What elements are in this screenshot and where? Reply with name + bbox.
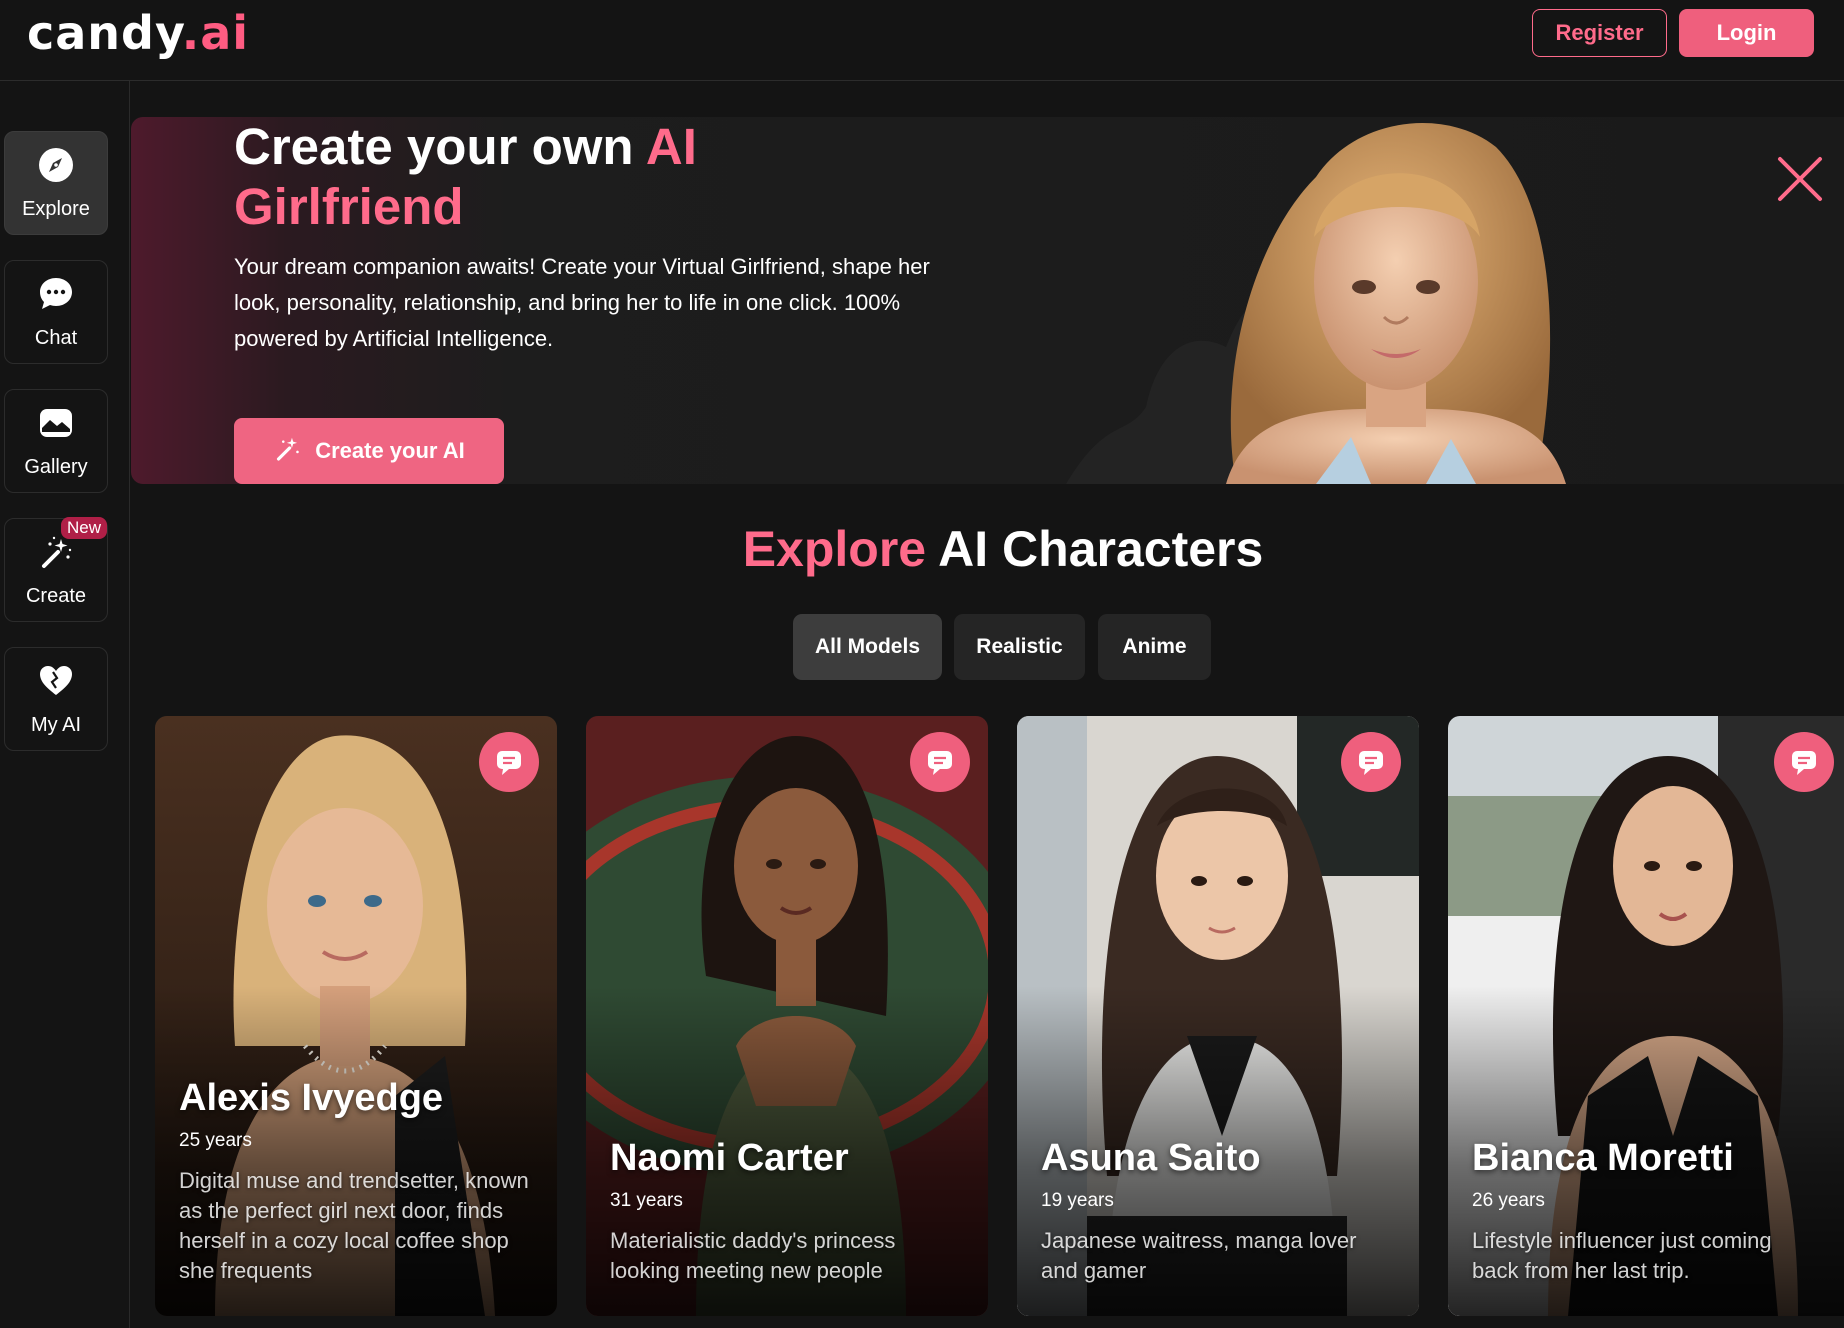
character-card-bianca[interactable]: Bianca Moretti 26 years Lifestyle influe…	[1448, 716, 1844, 1316]
tab-anime[interactable]: Anime	[1098, 614, 1211, 680]
create-your-ai-label: Create your AI	[315, 438, 465, 463]
character-age: 19 years	[1041, 1190, 1114, 1211]
chat-bubble-icon	[497, 751, 521, 775]
character-name: Bianca Moretti	[1472, 1137, 1734, 1179]
hero-portrait-image	[1066, 123, 1566, 484]
close-banner-button[interactable]	[1774, 153, 1826, 205]
login-button[interactable]: Login	[1679, 9, 1814, 57]
chat-button[interactable]	[479, 732, 539, 792]
sidebar-item-my-ai[interactable]: My AI	[4, 647, 108, 751]
character-name: Alexis Ivyedge	[179, 1077, 444, 1119]
character-age: 31 years	[610, 1190, 683, 1211]
hero-title-ai: AI	[645, 118, 697, 175]
character-card-naomi[interactable]: Naomi Carter 31 years Materialistic dadd…	[586, 716, 988, 1316]
character-name: Naomi Carter	[610, 1137, 849, 1179]
sidebar-item-chat[interactable]: Chat	[4, 260, 108, 364]
magic-wand-icon	[273, 433, 303, 469]
logo-main: candy	[27, 6, 182, 60]
hero-title: Create your own AI Girlfriend	[234, 117, 954, 237]
create-your-ai-button[interactable]: Create your AI	[234, 418, 504, 484]
character-description: Lifestyle influencer just coming back fr…	[1472, 1228, 1772, 1283]
sidebar-item-label: Gallery	[24, 455, 88, 478]
sidebar-item-label: Chat	[34, 326, 78, 349]
register-button[interactable]: Register	[1532, 9, 1667, 57]
hero-title-girlfriend: Girlfriend	[234, 178, 464, 235]
logo-accent: .ai	[181, 6, 250, 60]
sidebar-item-explore[interactable]: Explore	[4, 131, 108, 235]
character-age: 25 years	[179, 1130, 252, 1151]
chat-bubble-icon	[1359, 751, 1383, 775]
sidebar-item-label: Create	[25, 584, 87, 607]
chat-button[interactable]	[1341, 732, 1401, 792]
explore-heading-white: AI Characters	[926, 521, 1264, 577]
heart-icon	[37, 662, 75, 706]
explore-heading-pink: Explore	[742, 521, 927, 577]
character-age: 26 years	[1472, 1190, 1545, 1211]
sidebar-item-label: My AI	[30, 713, 81, 736]
candy-ai-logo[interactable]: candy.ai	[27, 6, 249, 60]
sidebar-item-label: Explore	[22, 197, 90, 220]
compass-icon	[37, 146, 75, 190]
sidebar: Explore Chat Gallery New Create My AI	[0, 81, 130, 1328]
hero-description: Your dream companion awaits! Create your…	[234, 254, 930, 351]
tab-all-models[interactable]: All Models	[793, 614, 942, 680]
top-bar: candy.ai Register Login	[0, 0, 1844, 81]
hero-title-white: Create your own	[234, 118, 646, 175]
chat-button[interactable]	[1774, 732, 1834, 792]
hero-banner: Create your own AI Girlfriend Your dream…	[131, 117, 1844, 484]
chat-bubble-icon	[37, 275, 75, 319]
explore-heading: Explore AI Characters	[0, 520, 1844, 578]
chat-bubble-icon	[928, 751, 952, 775]
chat-button[interactable]	[910, 732, 970, 792]
character-card-asuna[interactable]: Asuna Saito 19 years Japanese waitress, …	[1017, 716, 1419, 1316]
chat-bubble-icon	[1792, 751, 1816, 775]
sidebar-item-gallery[interactable]: Gallery	[4, 389, 108, 493]
character-name: Asuna Saito	[1041, 1137, 1261, 1179]
tab-realistic[interactable]: Realistic	[954, 614, 1085, 680]
character-description: Digital muse and trendsetter, known as t…	[179, 1168, 529, 1283]
close-icon	[1778, 157, 1822, 201]
image-icon	[37, 404, 75, 448]
character-description: Japanese waitress, manga lover and gamer	[1041, 1228, 1357, 1283]
character-description: Materialistic daddy's princess looking m…	[610, 1228, 896, 1283]
character-card-alexis[interactable]: Alexis Ivyedge 25 years Digital muse and…	[155, 716, 557, 1316]
